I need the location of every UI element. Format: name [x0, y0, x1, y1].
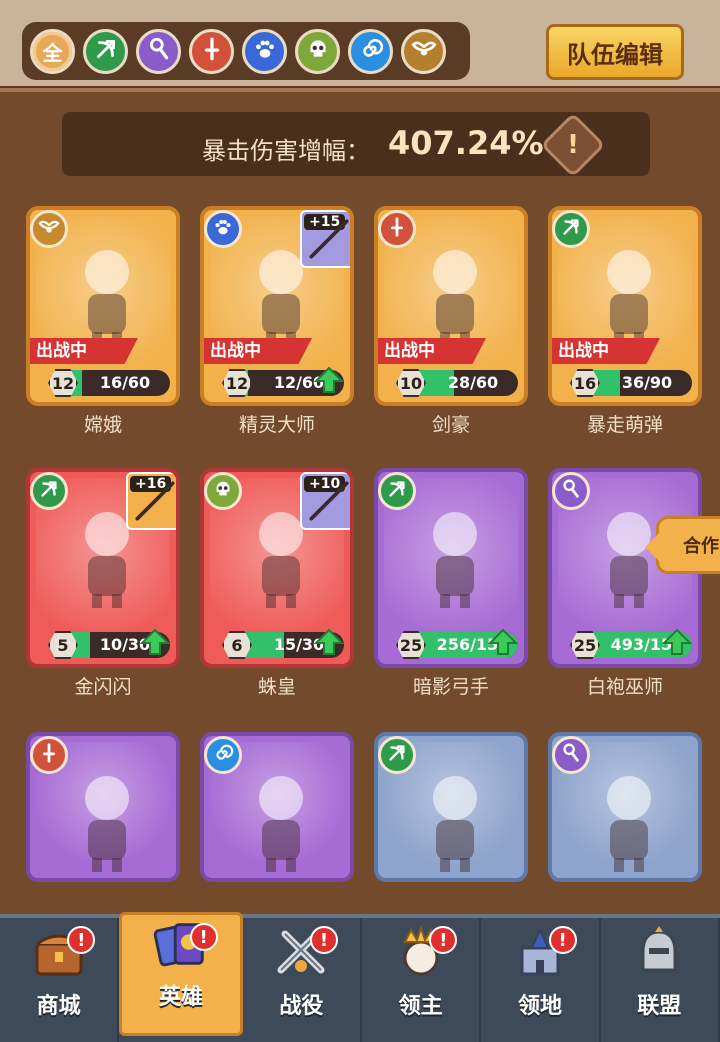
- merge-tab[interactable]: 合作: [645, 516, 720, 574]
- bow-icon: [386, 742, 408, 768]
- nav-crossed-swords[interactable]: 战役!: [243, 918, 362, 1042]
- filter-spirit[interactable]: [348, 28, 393, 74]
- staff-icon: [560, 478, 582, 504]
- nav-label: 领地: [517, 994, 562, 1019]
- hero-card[interactable]: 出战中 16/60 12: [26, 206, 180, 406]
- hero-name: 嫦娥: [83, 414, 122, 436]
- filter-label: 全: [42, 40, 63, 65]
- bow-icon: [93, 36, 119, 67]
- hero-card[interactable]: 出战中 36/90 16: [548, 206, 702, 406]
- swirl-icon: [358, 36, 384, 67]
- hero-card[interactable]: [374, 732, 528, 882]
- upgrade-arrow-icon: [314, 628, 344, 655]
- staff-icon: [560, 742, 582, 768]
- paw-icon: [252, 36, 278, 67]
- bottom-nav: 商城! 英雄! 战役! 领主! 领地! 联盟: [0, 912, 720, 1042]
- nav-label: 战役: [279, 994, 324, 1019]
- nav-castle[interactable]: 领地!: [481, 918, 601, 1042]
- hero-portrait: [85, 250, 129, 346]
- crit-damage-value: 407.24%: [388, 124, 544, 162]
- wings-icon: [410, 36, 437, 67]
- shard-progress-text: 28/60: [447, 373, 499, 392]
- hero-name: 暗影弓手: [412, 676, 489, 698]
- hero-portrait: [607, 776, 651, 872]
- alert-badge: !: [67, 926, 96, 954]
- upgrade-arrow-icon: [662, 628, 692, 655]
- hero-name: 剑豪: [431, 414, 470, 436]
- in-battle-tag: 出战中: [204, 338, 312, 364]
- in-battle-tag: 出战中: [552, 338, 660, 364]
- weapon-slot[interactable]: +10: [300, 472, 350, 530]
- hero-portrait: [85, 776, 129, 872]
- hero-portrait: [433, 250, 477, 346]
- alert-badge: !: [309, 926, 338, 954]
- skull-icon: [305, 36, 331, 67]
- class-filter-bar: 全: [22, 22, 470, 80]
- hero-portrait: [433, 776, 477, 872]
- nav-label: 领主: [398, 994, 443, 1019]
- nav-hero-cards[interactable]: 英雄!: [119, 912, 243, 1036]
- filter-mage[interactable]: [136, 28, 181, 74]
- nav-shop-chest[interactable]: 商城!: [0, 918, 120, 1042]
- sword-icon: [38, 742, 60, 768]
- crit-damage-label: 暴击伤害增幅：: [202, 137, 370, 165]
- team-edit-button[interactable]: 队伍编辑: [546, 24, 684, 80]
- hero-card[interactable]: 256/150 25: [374, 468, 528, 668]
- filter-beast[interactable]: [242, 28, 287, 74]
- hero-portrait: [607, 250, 651, 346]
- nav-label: 英雄: [158, 985, 203, 1010]
- knight-helmet-icon: [641, 926, 677, 972]
- upgrade-arrow-icon: [314, 366, 344, 393]
- hero-card[interactable]: +15 出战中 12/60 12: [200, 206, 354, 406]
- hero-card[interactable]: +10 15/30 6: [200, 468, 354, 668]
- hero-card[interactable]: [26, 732, 180, 882]
- nav-crowned-lord[interactable]: 领主!: [362, 918, 482, 1042]
- filter-all[interactable]: 全: [30, 28, 75, 74]
- upgrade-arrow-icon: [140, 628, 170, 655]
- hero-card[interactable]: [200, 732, 354, 882]
- skull-icon: [212, 478, 234, 504]
- nav-knight-helmet[interactable]: 联盟: [601, 918, 720, 1042]
- weapon-slot[interactable]: +16: [126, 472, 176, 530]
- info-glyph: !: [567, 130, 579, 160]
- bow-icon: [386, 478, 408, 504]
- filter-undead[interactable]: [295, 28, 340, 74]
- in-battle-tag: 出战中: [30, 338, 138, 364]
- shard-progress-text: 16/60: [99, 373, 151, 392]
- wings-icon: [38, 216, 60, 242]
- sword-icon: [199, 36, 225, 67]
- filter-divine[interactable]: [401, 28, 446, 74]
- hero-card[interactable]: +16 10/30 5: [26, 468, 180, 668]
- hero-card[interactable]: 出战中 28/60 10: [374, 206, 528, 406]
- hero-portrait: [433, 512, 477, 608]
- shard-progress-text: 36/90: [621, 373, 673, 392]
- hero-name: 精灵大师: [238, 414, 315, 436]
- alert-badge: !: [429, 926, 458, 954]
- bow-icon: [560, 216, 582, 242]
- in-battle-tag: 出战中: [378, 338, 486, 364]
- hero-name: 暴走萌弹: [586, 414, 663, 436]
- nav-label: 商城: [36, 994, 81, 1019]
- filter-ranger[interactable]: [83, 28, 128, 74]
- hero-name: 白袍巫师: [586, 676, 663, 698]
- weapon-icon: [135, 481, 175, 521]
- weapon-icon: [309, 481, 349, 521]
- swirl-icon: [212, 742, 234, 768]
- hero-name: 金闪闪: [74, 676, 132, 698]
- paw-icon: [212, 216, 234, 242]
- hero-card[interactable]: [548, 732, 702, 882]
- nav-label: 联盟: [637, 994, 682, 1019]
- alert-badge: !: [189, 923, 218, 951]
- hero-portrait: [259, 776, 303, 872]
- upgrade-arrow-icon: [488, 628, 518, 655]
- weapon-slot[interactable]: +15: [300, 210, 350, 268]
- weapon-icon: [309, 219, 349, 259]
- staff-icon: [146, 36, 172, 67]
- sword-icon: [386, 216, 408, 242]
- filter-warrior[interactable]: [189, 28, 234, 74]
- bow-icon: [38, 478, 60, 504]
- hero-name: 蛛皇: [257, 676, 296, 698]
- alert-badge: !: [548, 926, 577, 954]
